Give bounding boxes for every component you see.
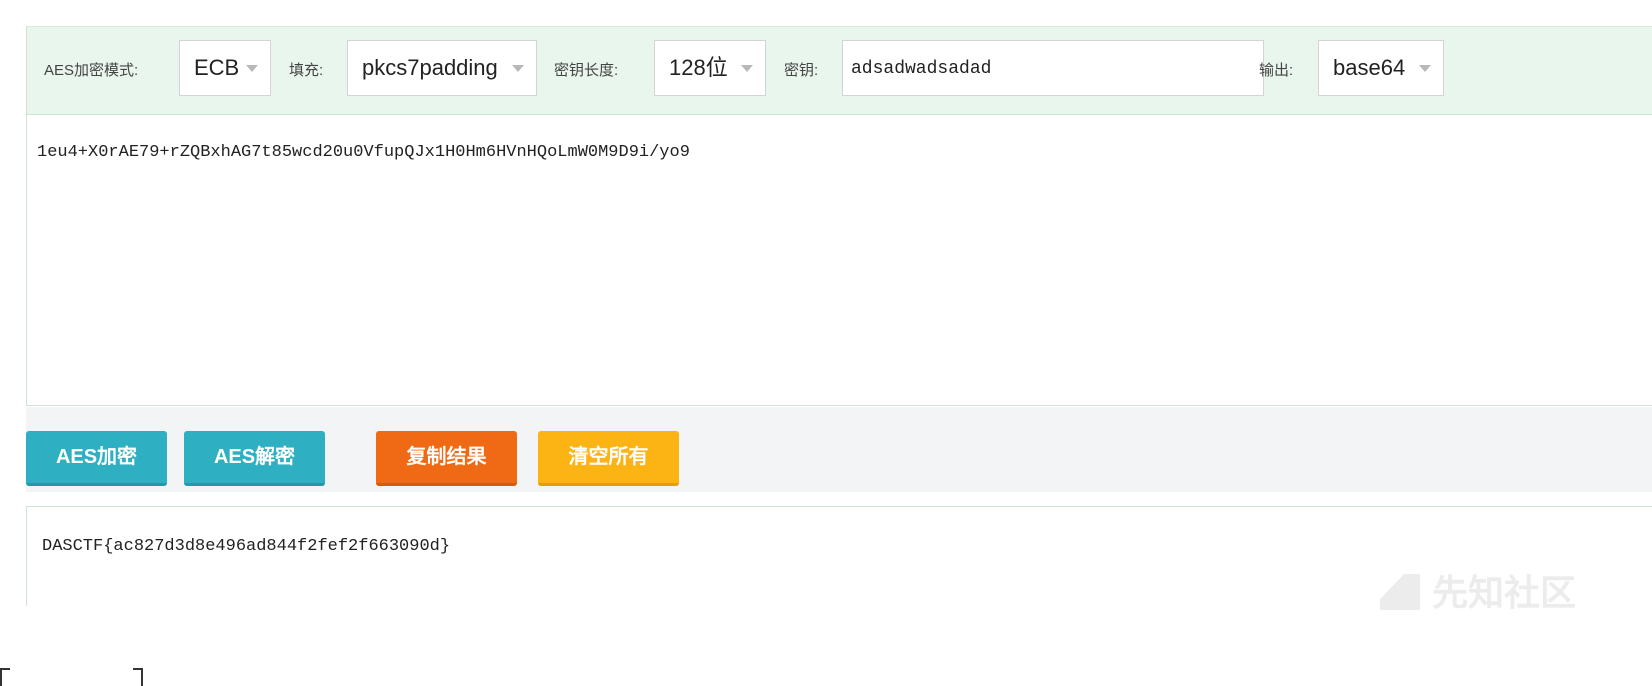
output-format-select[interactable]: base64: [1318, 40, 1444, 96]
mode-label: AES加密模式:: [44, 62, 139, 79]
padding-select[interactable]: pkcs7padding: [347, 40, 537, 96]
aes-encrypt-button[interactable]: AES加密: [26, 431, 167, 486]
chevron-down-icon: [741, 65, 753, 72]
key-label: 密钥:: [784, 62, 819, 79]
key-length-select[interactable]: 128位: [654, 40, 766, 96]
padding-label: 填充:: [289, 62, 324, 79]
key-length-label: 密钥长度:: [554, 62, 619, 79]
clear-all-button[interactable]: 清空所有: [538, 431, 679, 486]
watermark-text: 先知社区: [1432, 572, 1577, 613]
left-bracket-mark: [0, 668, 10, 686]
watermark: 先知社区: [1380, 564, 1576, 616]
xianzhi-logo-icon: [1380, 574, 1420, 610]
padding-value: pkcs7padding: [362, 55, 498, 80]
aes-options-toolbar: AES加密模式: ECB 填充: pkcs7padding 密钥长度: 128位…: [27, 27, 1652, 115]
chevron-down-icon: [1419, 65, 1431, 72]
output-textarea[interactable]: DASCTF{ac827d3d8e496ad844f2fef2f663090d}: [42, 537, 450, 556]
aes-input-panel: AES加密模式: ECB 填充: pkcs7padding 密钥长度: 128位…: [26, 26, 1652, 406]
key-length-value: 128位: [669, 55, 728, 80]
chevron-down-icon: [512, 65, 524, 72]
mode-value: ECB: [194, 55, 240, 80]
output-format-label: 输出:: [1259, 62, 1294, 79]
output-format-value: base64: [1333, 55, 1406, 80]
right-bracket-mark: [133, 668, 143, 686]
chevron-down-icon: [246, 65, 258, 72]
action-bar: AES加密 AES解密 复制结果 清空所有: [26, 407, 1652, 492]
mode-select[interactable]: ECB: [179, 40, 271, 96]
aes-decrypt-button[interactable]: AES解密: [184, 431, 325, 486]
input-textarea[interactable]: 1eu4+X0rAE79+rZQBxhAG7t85wcd20u0VfupQJx1…: [37, 143, 690, 162]
key-input[interactable]: adsadwadsadad: [842, 40, 1264, 96]
copy-result-button[interactable]: 复制结果: [376, 431, 517, 486]
